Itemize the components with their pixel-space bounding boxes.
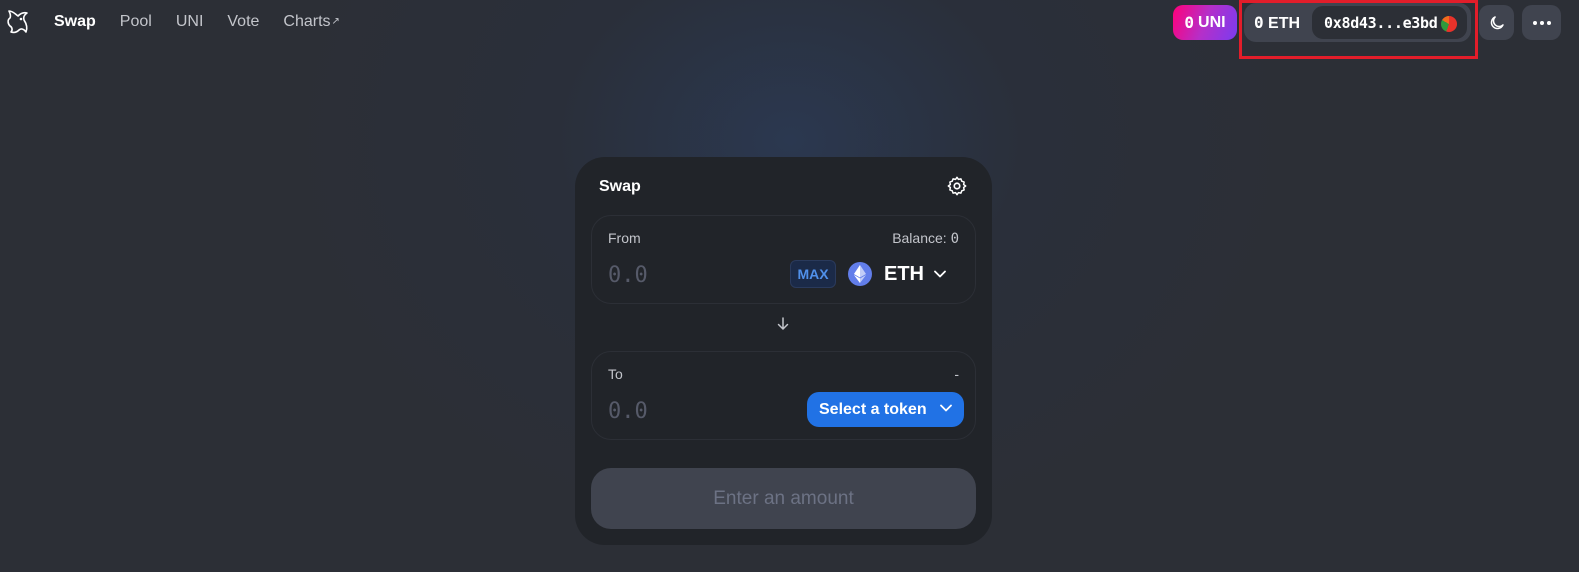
select-token-button[interactable]: Select a token [807, 392, 964, 427]
nav-charts[interactable]: Charts↗ [283, 12, 340, 32]
to-label: To [608, 366, 623, 382]
select-token-label: Select a token [819, 400, 927, 418]
swap-card: Swap From Balance: 0 MAX ETH [575, 157, 992, 545]
swap-title: Swap [599, 178, 641, 195]
from-amount-input[interactable] [608, 260, 768, 290]
uni-balance-button[interactable]: 0 UNI [1173, 5, 1237, 40]
to-amount-input[interactable] [608, 396, 768, 426]
main-nav: Swap Pool UNI Vote Charts↗ [54, 12, 364, 32]
moon-icon [1490, 15, 1504, 29]
eth-token-icon [848, 262, 872, 286]
chevron-down-icon [934, 270, 946, 278]
eth-balance: 0 ETH [1244, 13, 1310, 33]
enter-amount-button[interactable]: Enter an amount [591, 468, 976, 529]
from-panel: From Balance: 0 MAX ETH [591, 215, 976, 304]
nav-pool[interactable]: Pool [120, 12, 152, 32]
external-link-icon: ↗ [331, 16, 340, 27]
from-token-select[interactable]: ETH [848, 258, 960, 290]
account-area: 0 ETH 0x8d43...e3bd [1244, 3, 1471, 42]
nav-uni[interactable]: UNI [176, 12, 204, 32]
uni-balance-symbol: UNI [1198, 13, 1226, 31]
settings-gear-icon[interactable] [946, 175, 968, 197]
top-header: Swap Pool UNI Vote Charts↗ 0 UNI 0 ETH 0… [0, 0, 1579, 59]
uni-balance-amount: 0 [1184, 13, 1195, 32]
nav-charts-label: Charts [283, 13, 331, 30]
to-panel: To - Select a token [591, 351, 976, 440]
dark-mode-toggle[interactable] [1479, 5, 1514, 40]
from-token-symbol: ETH [884, 262, 924, 285]
uniswap-logo-icon[interactable] [6, 8, 30, 36]
nav-swap[interactable]: Swap [54, 12, 96, 32]
wallet-address-button[interactable]: 0x8d43...e3bd [1311, 5, 1468, 40]
from-balance: Balance: 0 [892, 230, 959, 247]
wallet-address: 0x8d43...e3bd [1324, 13, 1438, 32]
eth-balance-symbol: ETH [1268, 14, 1301, 32]
from-label: From [608, 230, 641, 246]
balance-label: Balance: [892, 230, 947, 246]
identicon-avatar [1441, 16, 1457, 32]
more-menu-button[interactable] [1522, 5, 1561, 40]
nav-vote[interactable]: Vote [227, 12, 259, 32]
to-balance: - [954, 366, 959, 382]
chevron-down-icon [940, 404, 952, 412]
max-button[interactable]: MAX [790, 260, 836, 288]
more-icon [1532, 20, 1551, 25]
eth-balance-amount: 0 [1253, 12, 1264, 32]
balance-value: 0 [950, 231, 959, 247]
switch-direction-arrow-icon[interactable] [776, 317, 790, 331]
